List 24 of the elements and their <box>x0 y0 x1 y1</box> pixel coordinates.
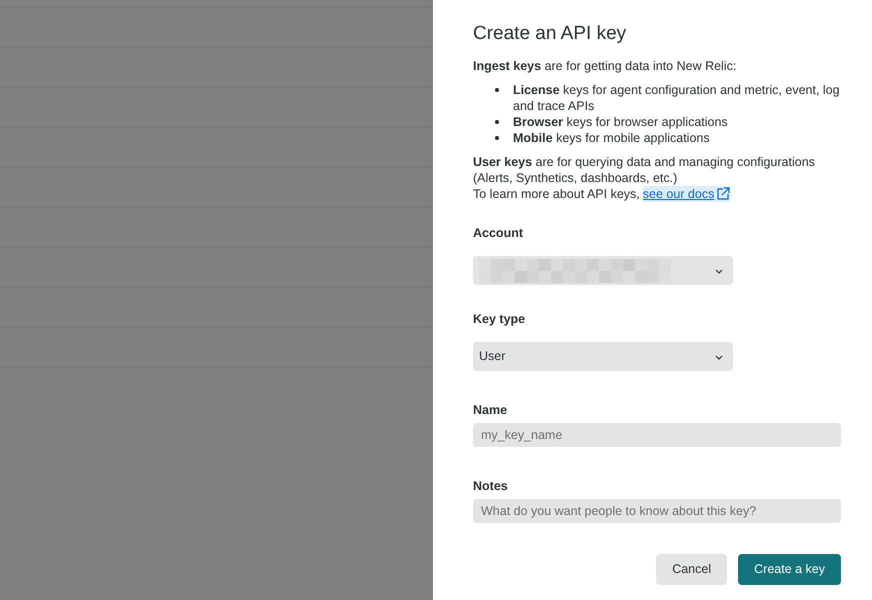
create-button[interactable]: Create a key <box>738 554 841 585</box>
cancel-button[interactable]: Cancel <box>656 554 728 585</box>
intro-text: Ingest keys are for getting data into New Relic: <box>473 58 738 74</box>
select-field[interactable]: User <box>473 342 733 371</box>
text-input[interactable]: What do you want people to know about this key? <box>473 499 841 523</box>
dialog-title: Create an API key <box>473 22 628 46</box>
chevron-down-icon <box>715 269 723 274</box>
field-label: Account <box>473 225 524 241</box>
learn-more-text: To learn more about API keys, <box>473 186 640 202</box>
bullet-icon <box>495 136 499 140</box>
chevron-down-icon <box>715 355 723 360</box>
docs-link[interactable]: see our docs <box>642 186 730 202</box>
external-link-icon <box>716 187 730 201</box>
user-keys-text: User keys are for querying data and managing configurations (Alerts, Synthetics, dashboards, etc.) <box>473 154 816 186</box>
bullet-icon <box>495 88 499 92</box>
text-input[interactable]: my_key_name <box>473 423 841 447</box>
bullet-text: Browser keys for browser applications <box>513 114 728 130</box>
field-label: Notes <box>473 478 509 494</box>
select-field[interactable] <box>473 256 733 285</box>
field-label: Key type <box>473 311 526 327</box>
select-value: User <box>479 348 506 366</box>
bullet-text: Mobile keys for mobile applications <box>513 130 710 146</box>
bullet-icon <box>495 120 499 124</box>
field-label: Name <box>473 402 508 418</box>
